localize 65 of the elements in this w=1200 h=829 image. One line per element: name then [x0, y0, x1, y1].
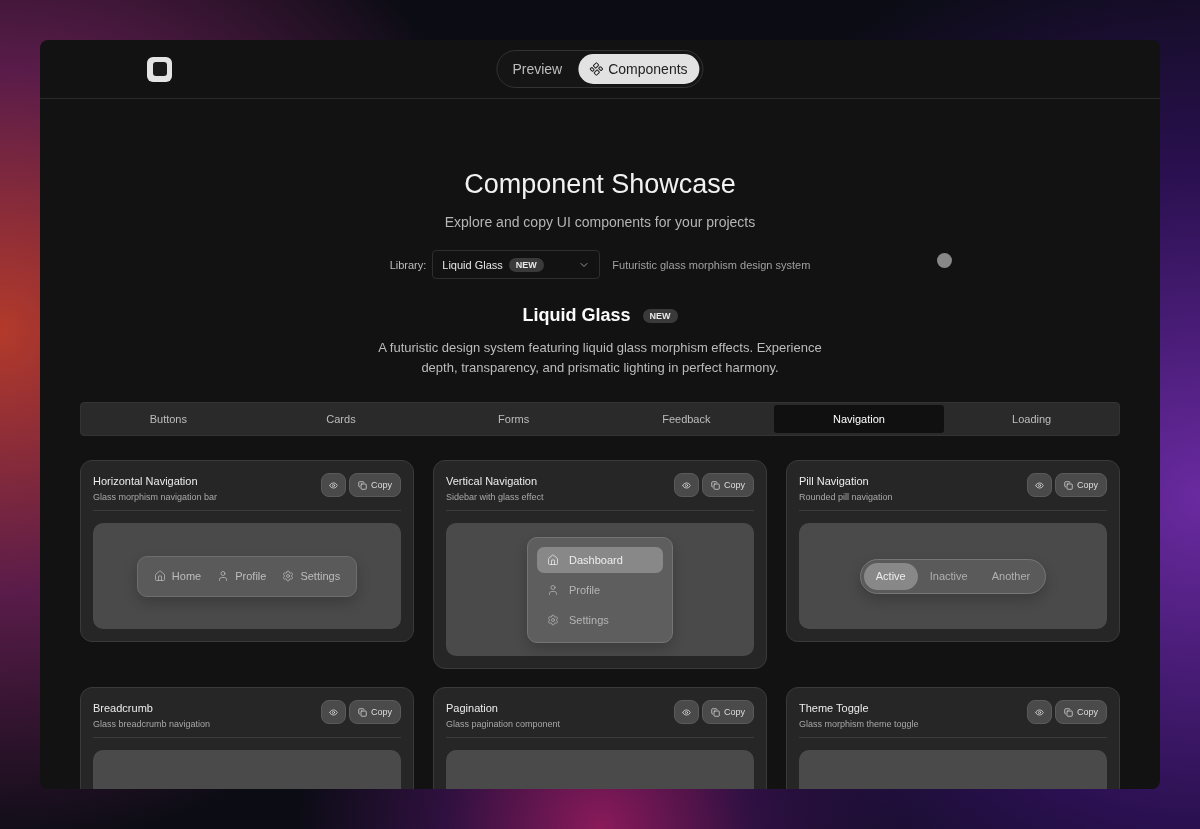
copy-button[interactable]: Copy [702, 700, 754, 724]
category-tab[interactable]: Loading [946, 405, 1117, 433]
preview-button[interactable] [321, 700, 346, 724]
nav-item-icon [282, 570, 295, 582]
category-tab[interactable]: Forms [428, 405, 599, 433]
eye-icon [329, 707, 338, 717]
eye-icon [682, 707, 691, 717]
card-title: Vertical Navigation [446, 475, 539, 487]
eye-icon [1035, 707, 1044, 717]
eye-icon [1035, 480, 1044, 490]
card-description: Glass morphism theme toggle [799, 719, 919, 729]
library-label: Library: [389, 258, 427, 271]
preview-button[interactable] [1027, 700, 1052, 724]
preview-button[interactable] [674, 473, 699, 497]
category-tab[interactable]: Cards [255, 405, 427, 433]
components-icon [587, 60, 605, 78]
library-description: Futuristic glass morphism design system [612, 258, 811, 271]
copy-button[interactable]: Copy [1055, 473, 1107, 497]
category-tab[interactable]: Buttons [83, 405, 254, 433]
copy-button[interactable]: Copy [349, 473, 401, 497]
card-description: Glass pagination component [446, 719, 561, 729]
copy-icon [711, 480, 720, 490]
library-select[interactable]: Liquid Glass NEW [432, 250, 601, 279]
nav-item-icon [547, 553, 559, 566]
view-toggle-option[interactable]: Components [578, 54, 700, 84]
card-title: Pagination [446, 702, 499, 714]
card-title: Pill Navigation [799, 475, 870, 487]
card-description: Glass breadcrumb navigation [93, 719, 211, 729]
nav-item-icon [547, 613, 559, 626]
page-title: Component Showcase [464, 169, 736, 200]
copy-button[interactable]: Copy [702, 473, 754, 497]
copy-icon [1064, 707, 1073, 717]
nav-item-icon [153, 570, 166, 582]
copy-icon [711, 707, 720, 717]
logo-icon[interactable] [147, 56, 172, 82]
card-title: Horizontal Navigation [93, 475, 199, 487]
category-tab[interactable]: Feedback [601, 405, 772, 433]
card-title: Theme Toggle [799, 702, 870, 714]
new-badge: NEW [508, 257, 544, 272]
library-heading: Liquid Glass [522, 305, 631, 326]
card-description: Rounded pill navigation [799, 492, 893, 502]
preview-button[interactable] [1027, 473, 1052, 497]
nav-item-icon [217, 570, 230, 582]
copy-icon [358, 707, 367, 717]
copy-icon [1064, 480, 1073, 490]
new-badge: NEW [642, 308, 678, 323]
view-toggle-option[interactable]: Preview [500, 54, 575, 84]
cursor-dot [937, 253, 952, 268]
preview-button[interactable] [321, 473, 346, 497]
card-description: Sidebar with glass effect [446, 492, 544, 502]
preview-button[interactable] [674, 700, 699, 724]
category-tab[interactable]: Navigation [773, 405, 945, 433]
nav-link[interactable]: Settings [276, 570, 347, 582]
eye-icon [329, 480, 338, 490]
library-description: A futuristic design system featuring liquid glass morphism effects. Experience depth, transparency, and prismatic lighting in perfect harmony. [377, 339, 823, 377]
copy-button[interactable]: Copy [349, 700, 401, 724]
card-title: Breadcrumb [93, 702, 154, 714]
copy-icon [358, 480, 367, 490]
nav-item-icon [547, 583, 559, 596]
nav-link[interactable]: Profile [211, 570, 273, 582]
card-description: Glass morphism navigation bar [93, 492, 218, 502]
eye-icon [682, 480, 691, 490]
copy-button[interactable]: Copy [1055, 700, 1107, 724]
page-subtitle: Explore and copy UI components for your projects [444, 214, 756, 230]
nav-link[interactable]: Home [147, 570, 208, 582]
